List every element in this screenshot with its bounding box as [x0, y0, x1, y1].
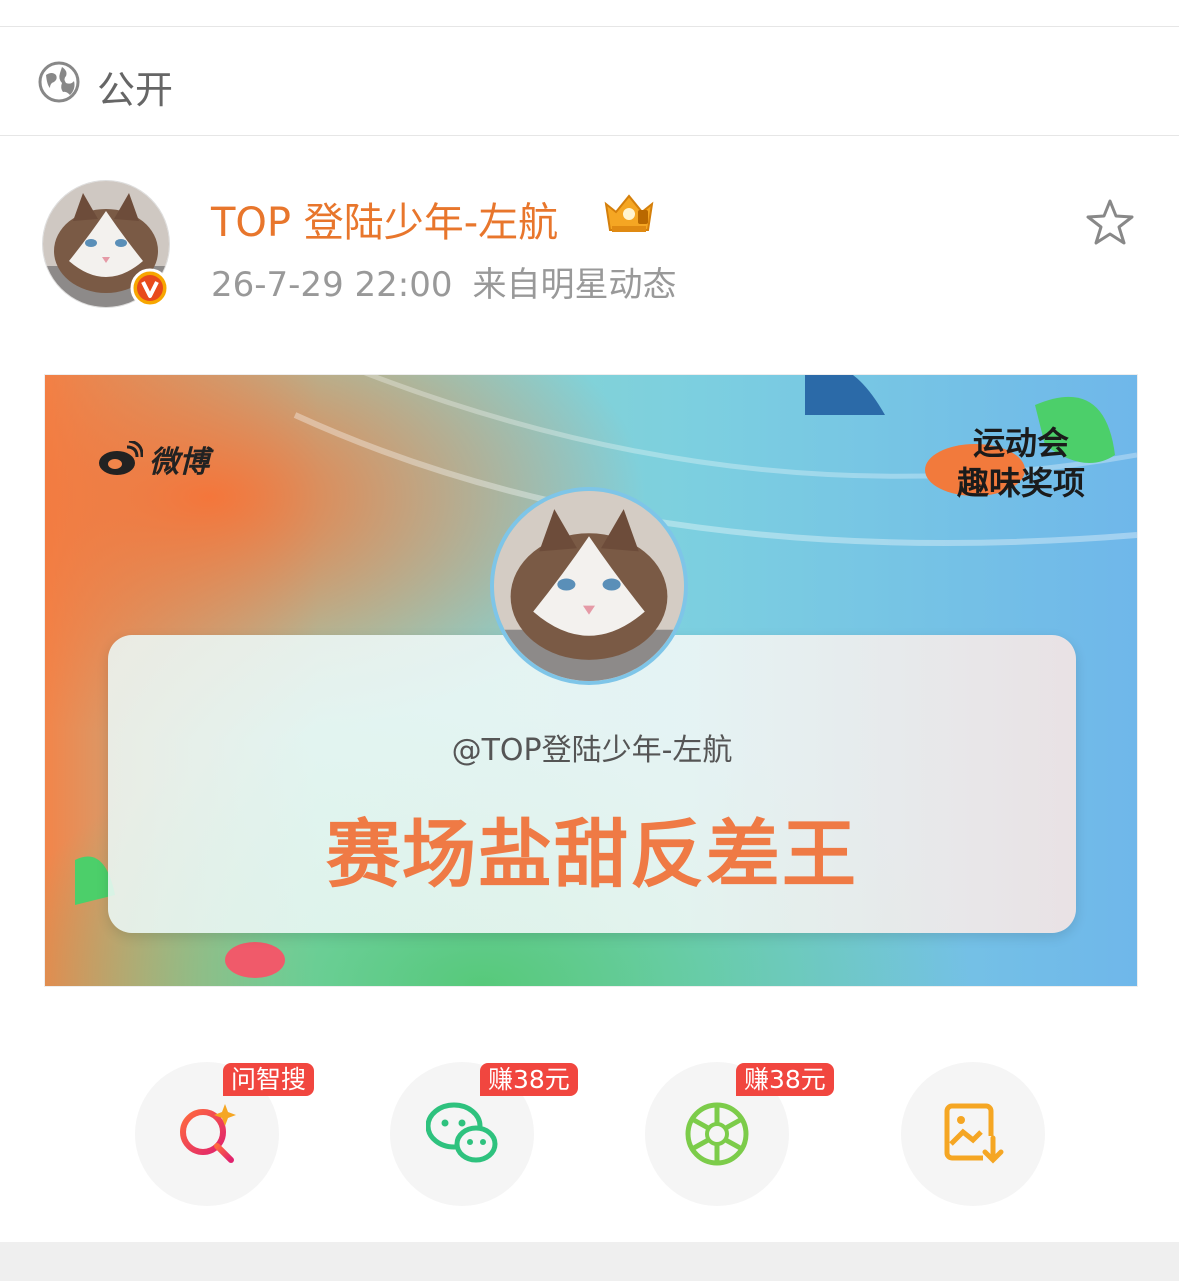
badge-line-1: 运动会 — [972, 424, 1069, 462]
post-timestamp: 26-7-29 22:00 — [211, 265, 453, 305]
section-divider — [0, 135, 1179, 136]
weibo-logo-icon — [99, 441, 143, 475]
moments-icon — [685, 1102, 749, 1166]
post-meta: 26-7-29 22:00 来自明星动态 — [211, 257, 677, 306]
save-image-button[interactable] — [901, 1062, 1045, 1206]
bottom-separator — [0, 1242, 1179, 1281]
weibo-logo: 微博 — [97, 437, 209, 481]
visibility-row: 公开 — [0, 27, 1179, 135]
star-icon[interactable] — [1083, 196, 1137, 250]
verified-v-icon — [130, 268, 170, 308]
author-name[interactable]: TOP 登陆少年-左航 — [211, 190, 558, 248]
award-title: 赛场盐甜反差王 — [326, 812, 858, 898]
visibility-label: 公开 — [97, 68, 174, 112]
award-handle: @TOP登陆少年-左航 — [451, 733, 733, 768]
crown-icon — [604, 194, 654, 232]
author-avatar[interactable] — [42, 180, 170, 308]
moments-reward-tag: 赚38元 — [736, 1063, 834, 1096]
award-banner-image[interactable]: 微博 运动会 趣味奖项 @TOP登陆少年-左航 赛场盐甜反差王 — [44, 374, 1138, 987]
badge-line-2: 趣味奖项 — [956, 464, 1085, 502]
banner-avatar — [490, 487, 688, 685]
sports-award-badge: 运动会 趣味奖项 — [957, 423, 1085, 503]
wechat-icon — [426, 1102, 498, 1163]
ai-search-icon — [180, 1104, 236, 1163]
wechat-reward-tag: 赚38元 — [480, 1063, 578, 1096]
globe-icon — [38, 61, 80, 103]
post-source: 来自明星动态 — [472, 265, 677, 305]
ai-search-tag: 问智搜 — [223, 1063, 315, 1096]
weibo-logo-text: 微博 — [149, 445, 209, 480]
save-image-icon — [944, 1103, 1004, 1164]
